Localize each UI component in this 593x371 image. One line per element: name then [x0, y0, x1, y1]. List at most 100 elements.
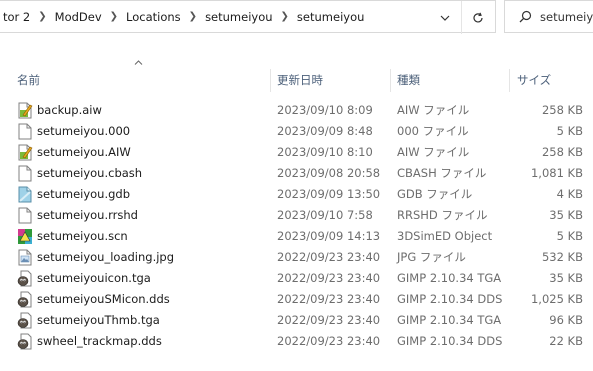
file-size: 258 KB [541, 103, 583, 117]
file-row[interactable]: setumeiyou.rrshd 2023/09/10 7:58 RRSHD フ… [0, 205, 593, 226]
chevron-right-icon[interactable]: ❯ [106, 11, 122, 22]
column-header-name[interactable]: 名前 [17, 69, 40, 92]
column-header-type[interactable]: 種類 [397, 69, 420, 92]
address-dropdown-button[interactable] [429, 1, 461, 34]
file-size: 5 KB [556, 124, 583, 138]
breadcrumb-item-4[interactable]: setumeiyou [293, 10, 368, 24]
breadcrumb-item-0[interactable]: tor 2 [0, 10, 34, 24]
file-size: 4 KB [556, 187, 583, 201]
file-size: 35 KB [549, 271, 583, 285]
file-date: 2022/09/23 23:40 [277, 313, 381, 327]
column-divider[interactable] [390, 69, 391, 92]
column-divider[interactable] [270, 69, 271, 92]
refresh-icon [473, 12, 483, 22]
gdb-file-icon [18, 186, 32, 203]
file-date: 2022/09/23 23:40 [277, 250, 381, 264]
file-size: 96 KB [549, 313, 583, 327]
file-type: GIMP 2.10.34 TGA [397, 271, 502, 285]
file-type: GDB ファイル [397, 187, 473, 201]
column-header-date[interactable]: 更新日時 [277, 69, 323, 92]
file-size: 532 KB [541, 250, 583, 264]
file-row[interactable]: setumeiyou.gdb 2023/09/09 13:50 GDB ファイル… [0, 184, 593, 205]
file-name: setumeiyou.000 [37, 124, 131, 138]
file-row[interactable]: setumeiyouThmb.tga 2022/09/23 23:40 GIMP… [0, 310, 593, 331]
jpg-file-icon [18, 249, 32, 266]
column-divider[interactable] [509, 69, 510, 92]
file-type: JPG ファイル [397, 250, 466, 264]
file-date: 2023/09/09 14:13 [277, 229, 381, 243]
file-row[interactable]: setumeiyou_loading.jpg 2022/09/23 23:40 … [0, 247, 593, 268]
search-input[interactable]: setumeiyou [540, 10, 593, 24]
file-row[interactable]: setumeiyou.cbash 2023/09/08 20:58 CBASH … [0, 163, 593, 184]
file-size: 35 KB [549, 208, 583, 222]
generic-file-icon [18, 123, 32, 140]
gimp-file-icon [17, 312, 32, 329]
address-bar[interactable]: tor 2 ❯ ModDev ❯ Locations ❯ setumeiyou … [0, 0, 496, 34]
gimp-file-icon [17, 333, 32, 350]
column-header: 名前 更新日時 種類 サイズ [0, 69, 593, 92]
file-name: setumeiyouThmb.tga [37, 313, 160, 327]
file-date: 2022/09/23 23:40 [277, 334, 381, 348]
file-name: setumeiyou_loading.jpg [37, 250, 175, 264]
file-type: 000 ファイル [397, 124, 469, 138]
file-type: GIMP 2.10.34 DDS [397, 292, 503, 306]
file-size: 1,081 KB [530, 166, 583, 180]
chevron-right-icon[interactable]: ❯ [34, 11, 50, 22]
file-list: backup.aiw 2023/09/10 8:09 AIW ファイル 258 … [0, 100, 593, 352]
breadcrumb-item-2[interactable]: Locations [122, 10, 185, 24]
aiw-file-icon [18, 102, 33, 119]
file-type: GIMP 2.10.34 DDS [397, 334, 503, 348]
breadcrumb-item-3[interactable]: setumeiyou [201, 10, 276, 24]
search-icon [519, 10, 532, 23]
file-name: setumeiyouicon.tga [37, 271, 151, 285]
file-row[interactable]: setumeiyouicon.tga 2022/09/23 23:40 GIMP… [0, 268, 593, 289]
file-date: 2023/09/10 7:58 [277, 208, 373, 222]
file-size: 22 KB [549, 334, 583, 348]
scn-file-icon [18, 229, 32, 244]
file-name: setumeiyou.AIW [37, 145, 131, 159]
gimp-file-icon [17, 291, 32, 308]
file-name: setumeiyou.rrshd [37, 208, 138, 222]
file-date: 2023/09/09 13:50 [277, 187, 381, 201]
generic-file-icon [18, 165, 32, 182]
file-date: 2023/09/10 8:10 [277, 145, 373, 159]
file-name: setumeiyouSMicon.dds [37, 292, 170, 306]
file-size: 5 KB [556, 229, 583, 243]
column-header-size[interactable]: サイズ [517, 69, 551, 92]
file-date: 2023/09/08 20:58 [277, 166, 381, 180]
file-type: AIW ファイル [397, 145, 470, 159]
file-size: 1,025 KB [530, 292, 583, 306]
breadcrumb-item-1[interactable]: ModDev [51, 10, 106, 24]
file-row[interactable]: swheel_trackmap.dds 2022/09/23 23:40 GIM… [0, 331, 593, 352]
chevron-right-icon[interactable]: ❯ [277, 11, 293, 22]
file-size: 258 KB [541, 145, 583, 159]
file-type: 3DSimED Object [397, 229, 493, 243]
file-date: 2022/09/23 23:40 [277, 271, 381, 285]
file-name: setumeiyou.scn [37, 229, 128, 243]
file-row[interactable]: backup.aiw 2023/09/10 8:09 AIW ファイル 258 … [0, 100, 593, 121]
chevron-down-icon [440, 15, 450, 21]
file-name: setumeiyou.gdb [37, 187, 131, 201]
generic-file-icon [18, 207, 32, 224]
aiw-file-icon [18, 144, 33, 161]
file-type: AIW ファイル [397, 103, 470, 117]
file-row[interactable]: setumeiyouSMicon.dds 2022/09/23 23:40 GI… [0, 289, 593, 310]
file-name: setumeiyou.cbash [37, 166, 143, 180]
file-date: 2023/09/09 8:48 [277, 124, 373, 138]
file-name: backup.aiw [37, 103, 102, 117]
file-type: CBASH ファイル [397, 166, 487, 180]
file-date: 2022/09/23 23:40 [277, 292, 381, 306]
file-type: GIMP 2.10.34 TGA [397, 313, 502, 327]
sort-ascending-icon [134, 60, 143, 65]
file-type: RRSHD ファイル [397, 208, 488, 222]
file-name: swheel_trackmap.dds [37, 334, 162, 348]
gimp-file-icon [17, 270, 32, 287]
chevron-right-icon[interactable]: ❯ [185, 11, 201, 22]
file-row[interactable]: setumeiyou.000 2023/09/09 8:48 000 ファイル … [0, 121, 593, 142]
refresh-button[interactable] [461, 1, 494, 34]
file-date: 2023/09/10 8:09 [277, 103, 373, 117]
file-row[interactable]: setumeiyou.AIW 2023/09/10 8:10 AIW ファイル … [0, 142, 593, 163]
file-row[interactable]: setumeiyou.scn 2023/09/09 14:13 3DSimED … [0, 226, 593, 247]
breadcrumb: tor 2 ❯ ModDev ❯ Locations ❯ setumeiyou … [0, 10, 368, 24]
search-box[interactable]: setumeiyou [504, 0, 593, 33]
